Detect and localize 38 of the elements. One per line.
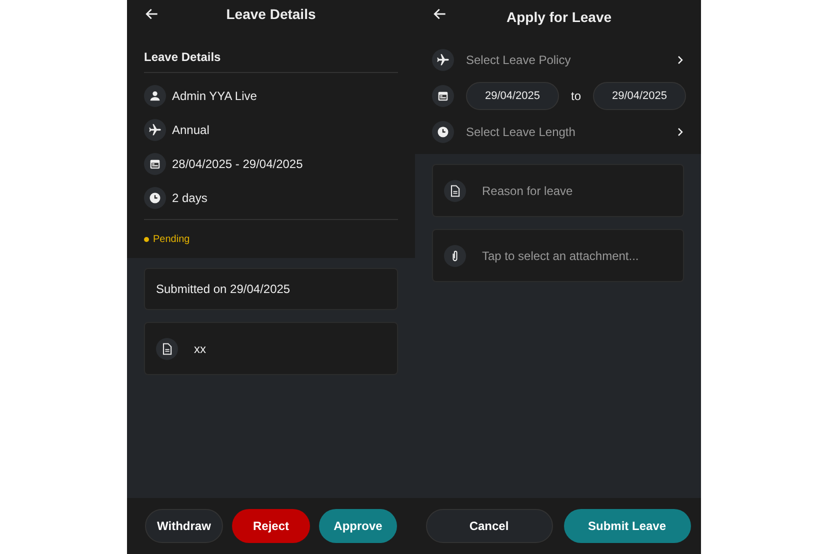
clock-icon xyxy=(144,187,166,209)
back-arrow-icon[interactable] xyxy=(144,6,160,22)
paperclip-icon xyxy=(444,244,466,266)
leave-policy-selector[interactable]: Select Leave Policy xyxy=(432,42,686,78)
submitted-text: Submitted on 29/04/2025 xyxy=(156,282,290,296)
back-arrow-icon[interactable] xyxy=(432,6,448,22)
clock-icon xyxy=(432,121,454,143)
info-text: 2 days xyxy=(172,191,208,205)
calendar-icon xyxy=(144,153,166,175)
airplane-icon xyxy=(432,49,454,71)
primary-button[interactable]: Approve xyxy=(319,509,397,543)
to-label: to xyxy=(570,89,581,103)
info-text: Admin YYA Live xyxy=(172,89,257,103)
reason-text: xx xyxy=(194,342,206,356)
document-icon xyxy=(156,338,178,360)
calendar-icon xyxy=(432,85,454,107)
reason-field[interactable]: Reason for leave xyxy=(432,164,684,217)
reject-button[interactable]: Reject xyxy=(232,509,310,543)
screen-title: Apply for Leave xyxy=(506,9,612,25)
screen-title: Leave Details xyxy=(226,6,316,22)
airplane-icon xyxy=(144,119,166,141)
attachment-field[interactable]: Tap to select an attachment... xyxy=(432,229,684,282)
section-title: Leave Details xyxy=(144,50,398,73)
info-text: 28/04/2025 - 29/04/2025 xyxy=(172,157,303,171)
from-date-field[interactable]: 29/04/2025 xyxy=(466,82,559,110)
status-text: Pending xyxy=(153,234,190,244)
policy-placeholder: Select Leave Policy xyxy=(466,53,572,67)
primary-button[interactable]: Submit Leave xyxy=(564,509,690,543)
document-icon xyxy=(444,180,466,202)
info-text: Annual xyxy=(172,123,210,137)
secondary-button[interactable]: Withdraw xyxy=(145,509,223,543)
person-icon xyxy=(144,85,166,107)
attachment-placeholder: Tap to select an attachment... xyxy=(482,248,639,262)
secondary-button[interactable]: Cancel xyxy=(426,509,552,543)
length-placeholder: Select Leave Length xyxy=(466,125,576,139)
to-date-field[interactable]: 29/04/2025 xyxy=(593,82,686,110)
reason-placeholder: Reason for leave xyxy=(482,184,573,198)
leave-length-selector[interactable]: Select Leave Length xyxy=(432,114,686,150)
